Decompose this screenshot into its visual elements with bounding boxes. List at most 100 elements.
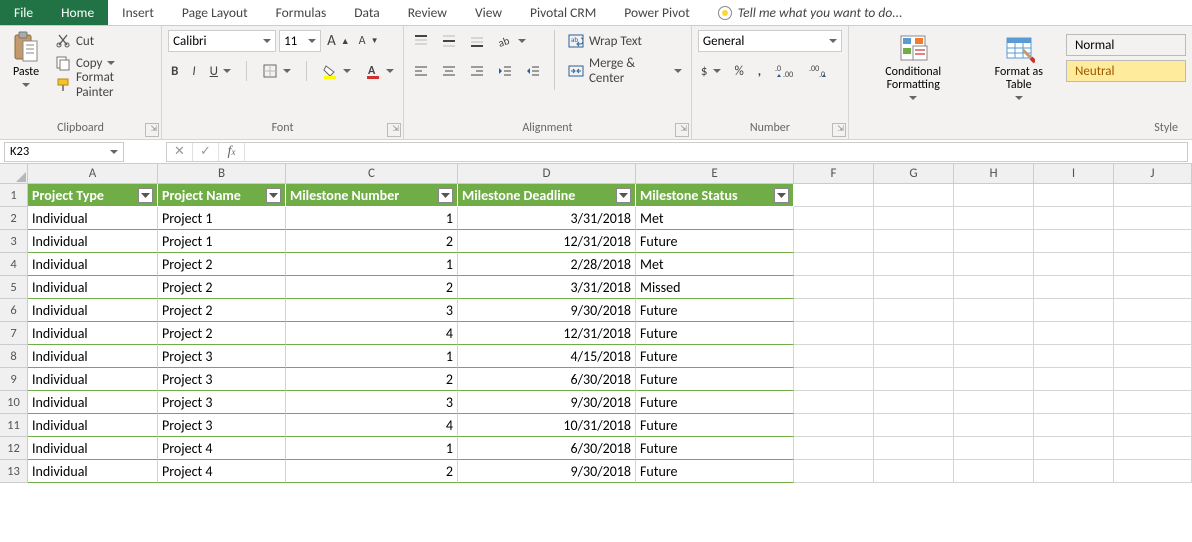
row-header[interactable]: 7 <box>0 322 28 345</box>
wrap-text-button[interactable]: ab Wrap Text <box>565 30 685 52</box>
cell[interactable] <box>874 253 954 276</box>
cell[interactable] <box>1034 345 1114 368</box>
cell[interactable] <box>794 276 874 299</box>
cell[interactable]: 2/28/2018 <box>458 253 636 276</box>
cell[interactable] <box>794 230 874 253</box>
cell[interactable] <box>954 184 1034 207</box>
format-painter-button[interactable]: Format Painter <box>52 74 155 96</box>
cell-style-neutral[interactable]: Neutral <box>1066 60 1186 82</box>
tab-power-pivot[interactable]: Power Pivot <box>610 0 703 25</box>
cell[interactable] <box>1114 230 1192 253</box>
font-name-combo[interactable]: Calibri <box>168 30 276 52</box>
cell[interactable]: Project 2 <box>158 322 286 345</box>
cell[interactable]: Future <box>636 230 794 253</box>
cell[interactable] <box>954 345 1034 368</box>
row-header[interactable]: 11 <box>0 414 28 437</box>
cell[interactable] <box>954 207 1034 230</box>
align-bottom-button[interactable] <box>466 30 488 52</box>
decrease-indent-button[interactable] <box>494 60 516 82</box>
cell[interactable] <box>794 345 874 368</box>
filter-dropdown-icon[interactable] <box>138 188 153 203</box>
row-header[interactable]: 13 <box>0 460 28 483</box>
cell[interactable] <box>874 207 954 230</box>
row-header[interactable]: 10 <box>0 391 28 414</box>
cell[interactable] <box>874 230 954 253</box>
cell[interactable] <box>1034 184 1114 207</box>
paste-button[interactable]: Paste <box>6 30 46 91</box>
cell[interactable]: Project 4 <box>158 437 286 460</box>
cell[interactable] <box>1034 460 1114 483</box>
cell[interactable]: 12/31/2018 <box>458 322 636 345</box>
format-as-table-button[interactable]: Format as Table <box>978 30 1060 104</box>
cell[interactable] <box>954 391 1034 414</box>
row-header[interactable]: 12 <box>0 437 28 460</box>
font-color-button[interactable]: A <box>362 60 397 82</box>
table-header-cell[interactable]: Project Name <box>158 184 286 207</box>
cell[interactable]: 2 <box>286 230 458 253</box>
cell[interactable] <box>874 437 954 460</box>
align-center-button[interactable] <box>438 60 460 82</box>
column-header[interactable]: E <box>636 164 794 184</box>
cell[interactable] <box>1114 276 1192 299</box>
column-header[interactable]: I <box>1034 164 1114 184</box>
insert-function-button[interactable]: fx <box>219 143 245 161</box>
cell[interactable]: Future <box>636 414 794 437</box>
number-format-combo[interactable]: General <box>698 30 842 52</box>
select-all-button[interactable] <box>0 164 28 184</box>
align-right-button[interactable] <box>466 60 488 82</box>
tab-home[interactable]: Home <box>47 0 108 25</box>
tab-data[interactable]: Data <box>340 0 393 25</box>
increase-indent-button[interactable] <box>522 60 544 82</box>
cell[interactable]: 3/31/2018 <box>458 276 636 299</box>
cell[interactable] <box>794 207 874 230</box>
dialog-launcher-alignment[interactable]: ⇲ <box>675 123 689 137</box>
cell[interactable] <box>1034 437 1114 460</box>
cell[interactable] <box>794 414 874 437</box>
cell[interactable] <box>794 391 874 414</box>
cell[interactable] <box>1114 184 1192 207</box>
cut-button[interactable]: Cut <box>52 30 155 52</box>
cell[interactable]: 6/30/2018 <box>458 437 636 460</box>
percent-format-button[interactable]: % <box>732 60 747 82</box>
cell[interactable]: Future <box>636 460 794 483</box>
sheet-cells[interactable]: Project TypeProject NameMilestone Number… <box>28 184 1192 483</box>
cell[interactable] <box>1114 368 1192 391</box>
comma-format-button[interactable]: , <box>755 60 764 82</box>
cell[interactable] <box>874 184 954 207</box>
cell[interactable] <box>874 345 954 368</box>
row-header[interactable]: 1 <box>0 184 28 207</box>
font-size-combo[interactable]: 11 <box>279 30 321 52</box>
cell[interactable] <box>1114 299 1192 322</box>
cell[interactable] <box>794 368 874 391</box>
row-header[interactable]: 4 <box>0 253 28 276</box>
conditional-formatting-button[interactable]: Conditional Formatting <box>855 30 972 104</box>
cell[interactable]: Individual <box>28 276 158 299</box>
column-header[interactable]: G <box>874 164 954 184</box>
cell[interactable]: 9/30/2018 <box>458 299 636 322</box>
cell[interactable] <box>1114 460 1192 483</box>
tab-view[interactable]: View <box>461 0 516 25</box>
cell[interactable] <box>954 437 1034 460</box>
align-top-button[interactable] <box>410 30 432 52</box>
cell[interactable] <box>794 460 874 483</box>
formula-input[interactable] <box>245 143 1187 161</box>
cell[interactable] <box>794 253 874 276</box>
cell[interactable]: Individual <box>28 230 158 253</box>
cell[interactable]: Project 2 <box>158 276 286 299</box>
cell[interactable]: 12/31/2018 <box>458 230 636 253</box>
cell[interactable]: Individual <box>28 368 158 391</box>
cell[interactable] <box>794 184 874 207</box>
cell[interactable] <box>1114 345 1192 368</box>
column-header[interactable]: C <box>286 164 458 184</box>
table-header-cell[interactable]: Milestone Status <box>636 184 794 207</box>
cell[interactable] <box>1114 253 1192 276</box>
cell[interactable]: 2 <box>286 276 458 299</box>
cell[interactable]: Future <box>636 322 794 345</box>
filter-dropdown-icon[interactable] <box>616 188 631 203</box>
cell[interactable]: Individual <box>28 299 158 322</box>
decrease-font-button[interactable]: A▼ <box>356 30 382 52</box>
fill-color-button[interactable] <box>319 60 354 82</box>
cell[interactable]: 1 <box>286 207 458 230</box>
increase-decimal-button[interactable]: .0.00 <box>772 60 798 82</box>
cell[interactable] <box>1114 322 1192 345</box>
